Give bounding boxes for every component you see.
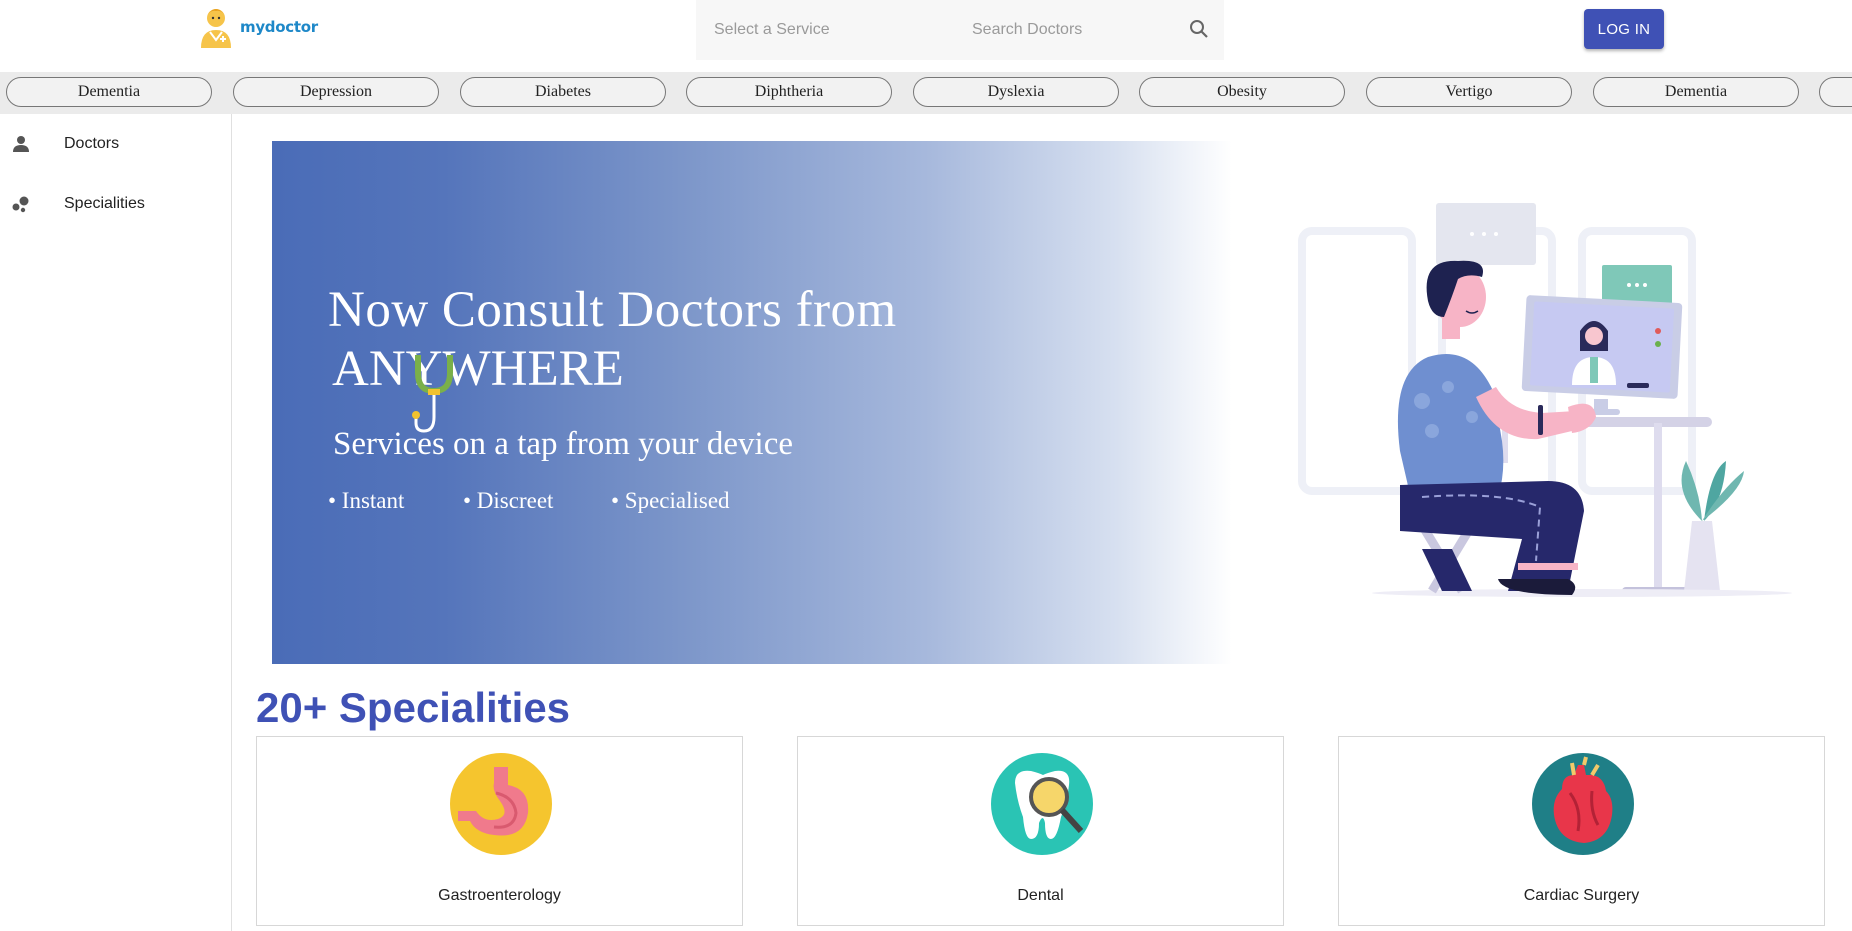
- doctor-logo-icon: [201, 9, 231, 48]
- banner-title-anywhere: ANYWHERE: [332, 341, 624, 397]
- banner-subtitle: Services on a tap from your device: [333, 426, 794, 462]
- search-icon: [1190, 20, 1208, 38]
- chip-dyslexia[interactable]: Dyslexia: [913, 77, 1119, 107]
- tooth-magnifier-icon: [991, 753, 1093, 855]
- logo-text: mydoctor: [240, 18, 318, 36]
- chip-dementia[interactable]: Dementia: [6, 77, 212, 107]
- chip-dementia-2[interactable]: Dementia: [1593, 77, 1799, 107]
- logo[interactable]: mydoctor: [198, 6, 318, 48]
- top-bar: mydoctor LOG IN: [0, 0, 1852, 70]
- chip-diabetes[interactable]: Diabetes: [460, 77, 666, 107]
- login-button[interactable]: LOG IN: [1584, 9, 1664, 49]
- stomach-icon: [450, 753, 552, 855]
- chip-partial[interactable]: [1819, 77, 1852, 107]
- heart-icon: [1532, 753, 1634, 855]
- hero-banner: Now Consult Doctors from ANYWHERE Servic…: [272, 141, 1830, 664]
- telemedicine-illustration: [1298, 203, 1792, 597]
- bubbles-icon: [9, 192, 33, 216]
- bullet-discreet: • Discreet: [463, 488, 554, 513]
- search-button[interactable]: [1186, 16, 1212, 42]
- sidebar-item-specialities[interactable]: Specialities: [0, 174, 231, 234]
- doctor-search-input[interactable]: [972, 12, 1172, 48]
- sidebar-item-label: Doctors: [64, 135, 120, 152]
- condition-chips-bar: Dementia Depression Diabetes Diphtheria …: [0, 72, 1852, 114]
- speciality-card-dental[interactable]: Dental: [797, 736, 1284, 926]
- bullet-specialised: • Specialised: [611, 488, 730, 513]
- sidebar-item-doctors[interactable]: Doctors: [0, 114, 231, 174]
- person-icon: [9, 132, 33, 156]
- speciality-label: Gastroenterology: [438, 887, 561, 904]
- chip-vertigo[interactable]: Vertigo: [1366, 77, 1572, 107]
- banner-title: Now Consult Doctors from: [328, 282, 897, 338]
- speciality-label: Dental: [1017, 887, 1064, 904]
- service-search-input[interactable]: [714, 12, 934, 48]
- specialities-heading: 20+ Specialities: [256, 684, 571, 731]
- sidebar: Doctors Specialities: [0, 114, 232, 931]
- stethoscope-icon: [412, 355, 453, 433]
- sidebar-item-label: Specialities: [64, 195, 145, 212]
- speciality-label: Cardiac Surgery: [1523, 887, 1640, 904]
- speciality-card-gastroenterology[interactable]: Gastroenterology: [256, 736, 743, 926]
- speciality-card-cardiac-surgery[interactable]: Cardiac Surgery: [1338, 736, 1825, 926]
- search-bar: [696, 0, 1224, 60]
- chip-obesity[interactable]: Obesity: [1139, 77, 1345, 107]
- chip-depression[interactable]: Depression: [233, 77, 439, 107]
- bullet-instant: • Instant: [328, 488, 405, 513]
- chip-diphtheria[interactable]: Diphtheria: [686, 77, 892, 107]
